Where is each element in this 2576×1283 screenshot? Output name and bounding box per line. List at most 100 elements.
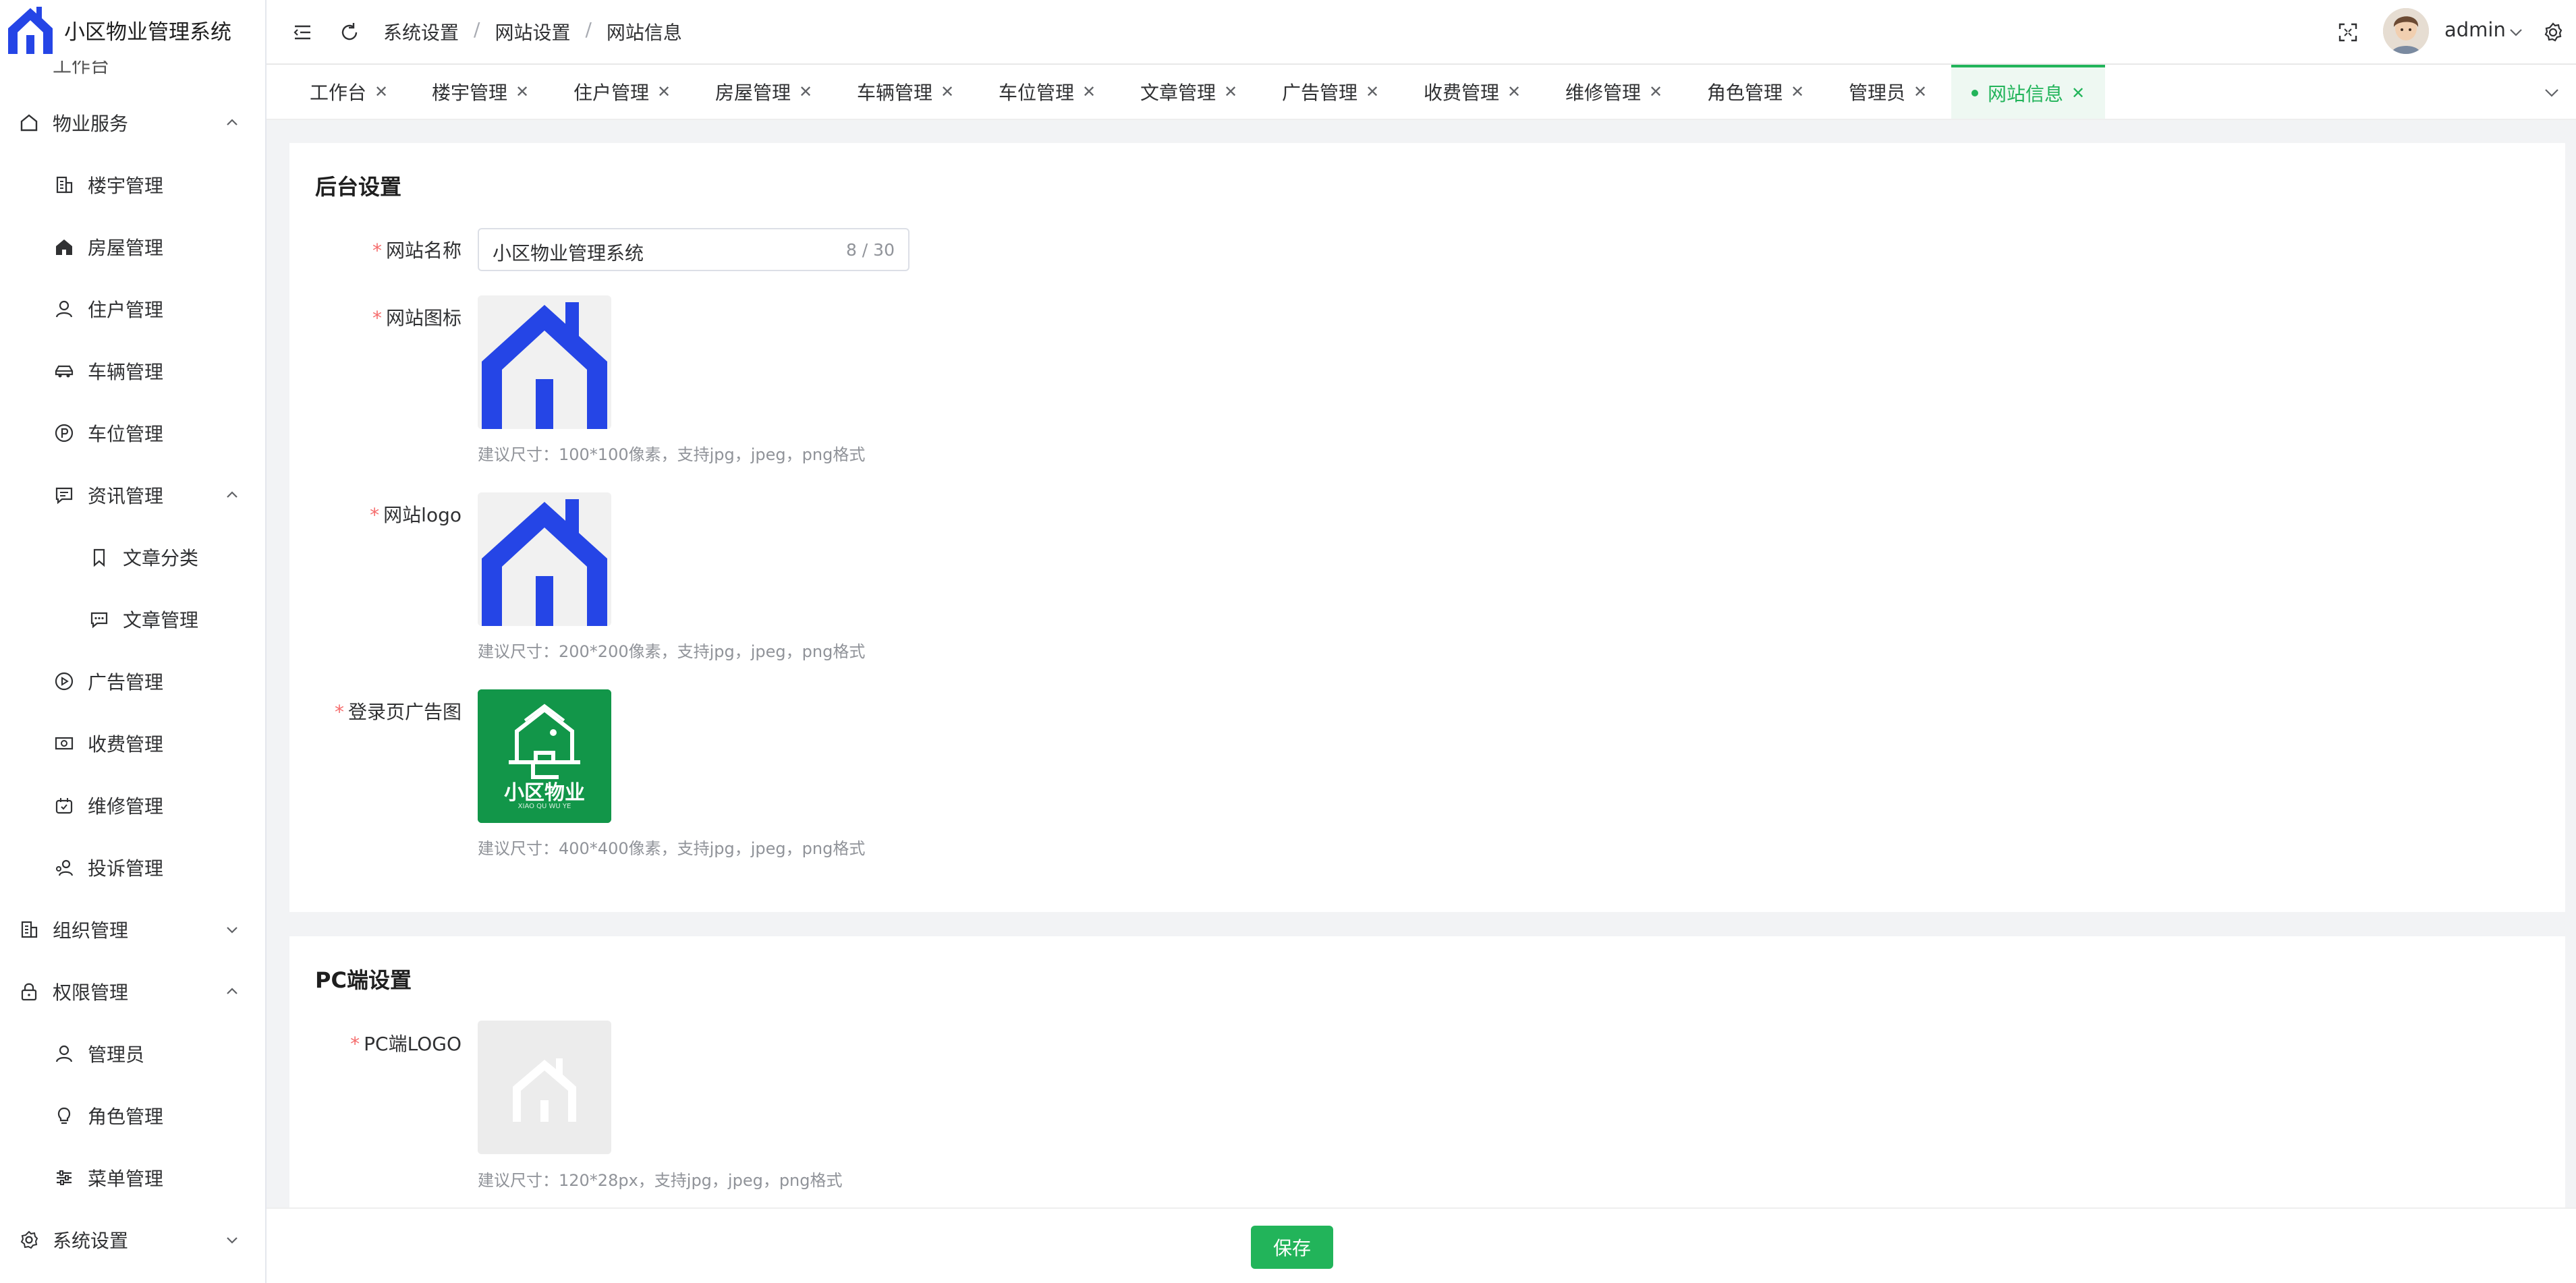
sidebar-item-menu[interactable]: 菜单管理 (0, 1153, 265, 1202)
bookmark-icon (93, 548, 105, 567)
user-icon (55, 300, 73, 318)
save-button[interactable]: 保存 (1251, 1226, 1333, 1269)
image-placeholder-icon (478, 1021, 611, 1154)
sidebar-item-label: 楼宇管理 (88, 175, 164, 197)
tab-house[interactable]: 房屋管理 ✕ (715, 65, 812, 119)
site-logo-label: * 网站logo (370, 504, 461, 526)
sidebar-item-house[interactable]: 房屋管理 (0, 223, 265, 271)
house-logo-icon (478, 295, 611, 429)
sidebar-item-complaint[interactable]: 投诉管理 (0, 843, 265, 892)
brand: 小区物业管理系统 (0, 0, 265, 61)
login-ad-upload[interactable]: 小区物业 XIAO QU WU YE (478, 689, 611, 823)
breadcrumb-item-current: 网站信息 (606, 22, 682, 44)
tab-building[interactable]: 楼宇管理 ✕ (432, 65, 529, 119)
close-icon[interactable]: ✕ (1366, 82, 1379, 101)
site-logo-upload[interactable] (478, 492, 611, 626)
tab-workbench[interactable]: 工作台 ✕ (310, 65, 388, 119)
sidebar-item-label: 投诉管理 (88, 857, 164, 880)
sidebar-item-permission[interactable]: 权限管理 (0, 967, 265, 1016)
login-ad-text: 小区物业 (504, 781, 585, 805)
sidebar-item-admin[interactable]: 管理员 (0, 1029, 265, 1078)
money-icon (55, 737, 74, 750)
sidebar-item-property-service[interactable]: 物业服务 (0, 98, 265, 147)
sidebar-item-article-category[interactable]: 文章分类 (0, 533, 265, 581)
tab-article[interactable]: 文章管理 ✕ (1140, 65, 1237, 119)
sidebar-item-building[interactable]: 楼宇管理 (0, 161, 265, 209)
tab-resident[interactable]: 住户管理 ✕ (573, 65, 671, 119)
chevron-down-icon[interactable] (2507, 23, 2525, 42)
chevron-up-icon (227, 491, 237, 498)
username[interactable]: admin (2444, 18, 2506, 41)
sidebar-item-parking[interactable]: 车位管理 (0, 409, 265, 457)
chat-icon (90, 612, 108, 629)
sidebar-item-repair[interactable]: 维修管理 (0, 781, 265, 830)
avatar[interactable] (2383, 8, 2429, 54)
tab-admin[interactable]: 管理员 ✕ (1849, 65, 1927, 119)
top-header: 系统设置 / 网站设置 / 网站信息 admin (267, 0, 2576, 65)
close-icon[interactable]: ✕ (1913, 82, 1927, 101)
house-logo-icon (478, 492, 611, 626)
chevron-down-icon[interactable] (2541, 82, 2563, 103)
office-icon (21, 921, 38, 938)
tab-label: 管理员 (1849, 82, 1906, 104)
close-icon[interactable]: ✕ (1649, 82, 1662, 101)
settings-gear-icon[interactable] (2542, 21, 2565, 44)
sidebar-item-news[interactable]: 资讯管理 (0, 471, 265, 519)
sidebar-item-vehicle[interactable]: 车辆管理 (0, 347, 265, 395)
sidebar-item-label: 文章分类 (123, 547, 199, 569)
pc-logo-upload[interactable] (478, 1021, 611, 1154)
site-name-input[interactable]: 小区物业管理系统 8 / 30 (478, 228, 909, 271)
chevron-down-icon (227, 1237, 237, 1244)
sidebar-item-role[interactable]: 角色管理 (0, 1091, 265, 1140)
sidebar-item-label: 车位管理 (88, 423, 164, 445)
close-icon[interactable]: ✕ (2071, 84, 2085, 103)
sidebar-item-label: 组织管理 (53, 919, 129, 942)
tab-parking[interactable]: 车位管理 ✕ (999, 65, 1096, 119)
sidebar-item-system-settings[interactable]: 系统设置 (0, 1216, 265, 1264)
fullscreen-icon[interactable] (2336, 21, 2359, 44)
tab-label: 楼宇管理 (432, 82, 508, 104)
tab-fee[interactable]: 收费管理 ✕ (1424, 65, 1521, 119)
refresh-icon[interactable] (338, 21, 361, 44)
breadcrumb: 系统设置 / 网站设置 / 网站信息 (383, 18, 682, 45)
menu-fold-icon[interactable] (291, 21, 314, 44)
sidebar-item-organization[interactable]: 组织管理 (0, 905, 265, 954)
sidebar-item-label: 维修管理 (88, 795, 164, 818)
close-icon[interactable]: ✕ (1791, 82, 1804, 101)
chevron-down-icon (227, 927, 237, 934)
tab-label: 广告管理 (1282, 82, 1358, 104)
close-icon[interactable]: ✕ (941, 82, 954, 101)
close-icon[interactable]: ✕ (1507, 82, 1521, 101)
sidebar-item-label: 权限管理 (53, 981, 129, 1004)
close-icon[interactable]: ✕ (374, 82, 388, 101)
tab-vehicle[interactable]: 车辆管理 ✕ (857, 65, 954, 119)
sidebar-item-resident[interactable]: 住户管理 (0, 285, 265, 333)
tab-site-info[interactable]: 网站信息 ✕ (1951, 65, 2106, 119)
sidebar-item-article[interactable]: 文章管理 (0, 595, 265, 644)
sidebar-item-label: 菜单管理 (88, 1168, 164, 1190)
sidebar-item-label: 房屋管理 (88, 237, 164, 259)
breadcrumb-separator: / (585, 18, 592, 40)
lock-icon (21, 983, 37, 1001)
tab-label: 角色管理 (1707, 82, 1783, 104)
tab-ad[interactable]: 广告管理 ✕ (1282, 65, 1379, 119)
close-icon[interactable]: ✕ (1224, 82, 1237, 101)
site-icon-upload[interactable] (478, 295, 611, 429)
tab-label: 收费管理 (1424, 82, 1500, 104)
sidebar-item-label: 物业服务 (53, 113, 129, 135)
close-icon[interactable]: ✕ (1082, 82, 1096, 101)
sidebar-item-label: 管理员 (88, 1044, 145, 1066)
tab-role[interactable]: 角色管理 ✕ (1707, 65, 1804, 119)
close-icon[interactable]: ✕ (799, 82, 812, 101)
sidebar-item-fee[interactable]: 收费管理 (0, 719, 265, 768)
message-icon (55, 487, 73, 505)
site-logo-hint: 建议尺寸：200*200像素，支持jpg，jpeg，png格式 (478, 642, 866, 661)
close-icon[interactable]: ✕ (657, 82, 671, 101)
breadcrumb-item[interactable]: 系统设置 (383, 18, 459, 45)
sidebar-item-ad[interactable]: 广告管理 (0, 657, 265, 706)
breadcrumb-item[interactable]: 网站设置 (495, 18, 570, 45)
tab-repair[interactable]: 维修管理 ✕ (1565, 65, 1662, 119)
close-icon[interactable]: ✕ (515, 82, 529, 101)
sidebar-item-label: 角色管理 (88, 1106, 164, 1128)
site-icon-hint: 建议尺寸：100*100像素，支持jpg，jpeg，png格式 (478, 445, 866, 464)
